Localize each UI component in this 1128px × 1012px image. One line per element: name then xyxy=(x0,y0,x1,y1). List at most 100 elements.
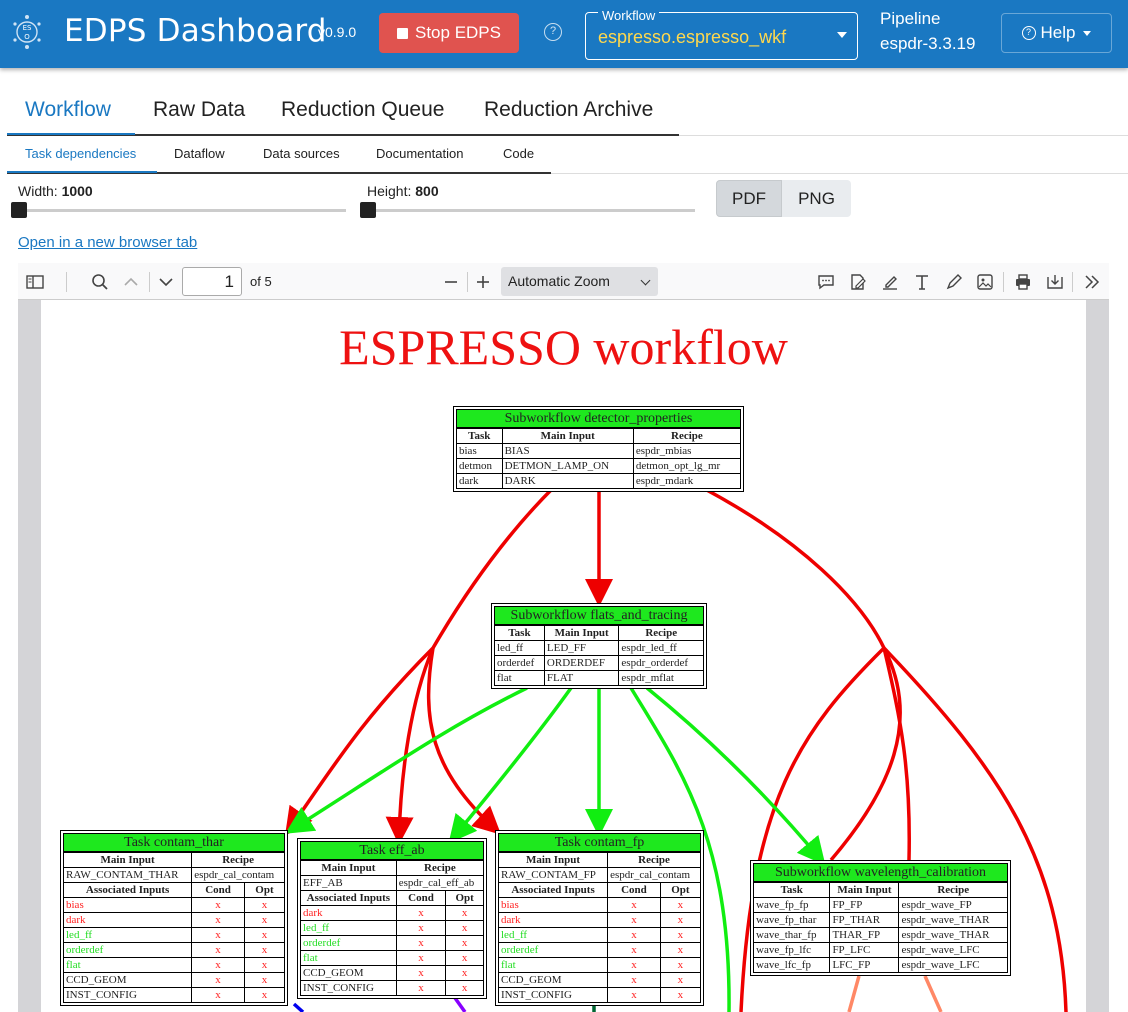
assoc-input-row: dark x x xyxy=(300,905,484,921)
subtab-code[interactable]: Code xyxy=(503,146,534,161)
svg-text:ES: ES xyxy=(23,24,32,32)
chevron-down-icon xyxy=(640,275,651,286)
workflow-value: espresso.espresso_wkf xyxy=(598,27,787,47)
node-flats-and-tracing[interactable]: Subworkflow flats_and_tracing Task Main I… xyxy=(491,603,707,689)
caret-down-icon xyxy=(837,32,847,38)
edit-form-icon[interactable] xyxy=(848,272,868,292)
assoc-input-row: INST_CONFIG x x xyxy=(300,980,484,996)
assoc-input-row: dark x x xyxy=(62,912,286,928)
search-icon[interactable] xyxy=(90,272,110,292)
separator xyxy=(66,272,67,292)
sub-tabs: Task dependencies Dataflow Data sources … xyxy=(7,140,551,174)
zoom-out-icon[interactable] xyxy=(441,272,461,292)
assoc-input-row: CCD_GEOM x x xyxy=(62,972,286,988)
pipeline-label: Pipeline xyxy=(880,9,941,28)
node-title: Task contam_thar xyxy=(63,833,285,852)
open-new-tab-link[interactable]: Open in a new browser tab xyxy=(18,234,197,251)
height-slider-handle[interactable] xyxy=(360,202,376,218)
node-title: Task contam_fp xyxy=(498,833,701,852)
subtab-task-dependencies[interactable]: Task dependencies xyxy=(25,146,136,161)
node-eff-ab[interactable]: Task eff_ab Main Input Recipe EFF_AB espdr_c… xyxy=(297,838,487,999)
separator xyxy=(149,272,150,292)
assoc-input-row: orderdef x x xyxy=(497,942,702,958)
eso-logo[interactable]: ES O xyxy=(12,13,42,51)
separator xyxy=(467,272,468,292)
assoc-input-row: CCD_GEOM x x xyxy=(300,965,484,981)
save-icon[interactable] xyxy=(1045,272,1065,292)
previous-page-icon[interactable] xyxy=(121,272,141,292)
width-slider-handle[interactable] xyxy=(11,202,27,218)
more-tools-icon[interactable] xyxy=(1082,272,1102,292)
node-contam-fp[interactable]: Task contam_fp Main Input Recipe RAW_CONTAM… xyxy=(495,830,704,1006)
stop-edps-button[interactable]: Stop EDPS xyxy=(379,13,519,53)
version-label: v0.9.0 xyxy=(318,24,357,40)
separator xyxy=(1003,272,1004,292)
main-tabs: Workflow Raw Data Reduction Queue Reduct… xyxy=(7,85,679,136)
assoc-input-row: INST_CONFIG x x xyxy=(62,987,286,1003)
assoc-input-row: bias x x xyxy=(62,897,286,913)
help-icon: ? xyxy=(1021,26,1036,40)
assoc-input-row: orderdef x x xyxy=(300,935,484,951)
active-tab-indicator xyxy=(7,133,135,135)
help-label: Help xyxy=(1040,23,1076,42)
app-title: EDPS Dashboard xyxy=(64,13,327,49)
node-title: Subworkflow flats_and_tracing xyxy=(494,606,704,625)
node-title: Subworkflow detector_properties xyxy=(456,409,741,428)
node-wavelength-calibration[interactable]: Subworkflow wavelength_calibration Task M… xyxy=(750,860,1011,976)
stop-label: Stop EDPS xyxy=(415,23,501,42)
comment-icon[interactable] xyxy=(816,272,836,292)
assoc-input-row: flat x x xyxy=(300,950,484,966)
next-page-icon[interactable] xyxy=(156,272,176,292)
pdf-button[interactable]: PDF xyxy=(716,180,782,217)
height-slider-track[interactable] xyxy=(367,209,695,212)
png-button[interactable]: PNG xyxy=(782,180,851,217)
zoom-in-icon[interactable] xyxy=(473,272,493,292)
node-contam-thar[interactable]: Task contam_thar Main Input Recipe RAW_CONT… xyxy=(60,830,288,1006)
assoc-input-row: orderdef x x xyxy=(62,942,286,958)
subtab-dataflow[interactable]: Dataflow xyxy=(174,146,225,161)
stop-icon xyxy=(397,27,408,39)
subtab-data-sources[interactable]: Data sources xyxy=(263,146,340,161)
node-detector-properties[interactable]: Subworkflow detector_properties Task Main… xyxy=(453,406,744,492)
width-value: 1000 xyxy=(61,183,93,199)
question-icon[interactable]: ? xyxy=(544,23,562,41)
workflow-label: Workflow xyxy=(598,8,660,23)
pdf-page: ESPRESSO workflow Subworkflow detector_p… xyxy=(41,300,1086,1012)
separator xyxy=(1072,272,1073,292)
caret-down-icon xyxy=(1083,30,1092,36)
svg-text:O: O xyxy=(24,33,30,41)
assoc-input-row: INST_CONFIG x x xyxy=(497,987,702,1003)
page-number-input[interactable]: 1 xyxy=(182,267,242,296)
workflow-select[interactable]: Workflow espresso.espresso_wkf xyxy=(585,8,858,60)
help-button[interactable]: ? Help xyxy=(1001,13,1112,53)
sidebar-toggle-icon[interactable] xyxy=(25,272,45,292)
width-label: Width: 1000 xyxy=(18,183,93,199)
divider xyxy=(679,135,1128,136)
tab-reduction-queue[interactable]: Reduction Queue xyxy=(281,98,444,122)
active-subtab-indicator xyxy=(7,171,157,173)
tab-raw-data[interactable]: Raw Data xyxy=(153,98,245,122)
print-icon[interactable] xyxy=(1013,272,1033,292)
assoc-input-row: CCD_GEOM x x xyxy=(497,972,702,988)
format-toggle: PDF PNG xyxy=(716,180,851,217)
assoc-input-row: flat x x xyxy=(497,957,702,973)
assoc-input-row: led_ff x x xyxy=(62,927,286,943)
assoc-input-row: flat x x xyxy=(62,957,286,973)
image-icon[interactable] xyxy=(975,272,995,292)
width-slider-track[interactable] xyxy=(18,209,346,212)
node-title: Subworkflow wavelength_calibration xyxy=(753,863,1008,882)
text-tool-icon[interactable] xyxy=(912,272,932,292)
zoom-select[interactable]: Automatic Zoom xyxy=(501,267,658,296)
tab-reduction-archive[interactable]: Reduction Archive xyxy=(484,98,653,122)
pdf-viewport[interactable]: ESPRESSO workflow Subworkflow detector_p… xyxy=(18,300,1109,1012)
node-title: Task eff_ab xyxy=(300,841,484,860)
divider xyxy=(551,173,1128,174)
height-value: 800 xyxy=(415,183,439,199)
highlight-icon[interactable] xyxy=(880,272,900,292)
subtab-documentation[interactable]: Documentation xyxy=(376,146,463,161)
height-label: Height: 800 xyxy=(367,183,439,199)
assoc-input-row: dark x x xyxy=(497,912,702,928)
tab-workflow[interactable]: Workflow xyxy=(25,98,111,122)
draw-icon[interactable] xyxy=(944,272,964,292)
pipeline-value: espdr-3.3.19 xyxy=(880,34,976,53)
